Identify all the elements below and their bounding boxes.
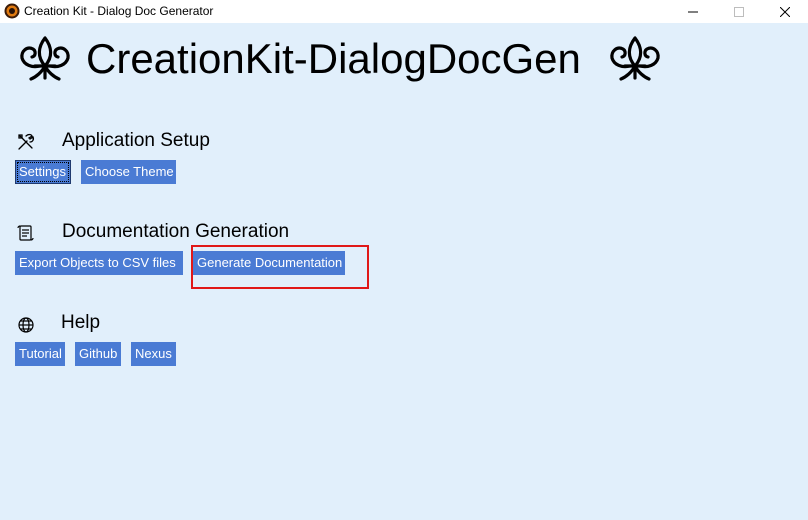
window-title: Creation Kit - Dialog Doc Generator bbox=[24, 4, 214, 18]
close-icon bbox=[780, 6, 790, 17]
close-button[interactable] bbox=[762, 0, 808, 23]
github-button[interactable]: Github bbox=[75, 342, 121, 366]
minimize-button[interactable] bbox=[670, 0, 716, 23]
section-heading-docs: Documentation Generation bbox=[62, 221, 290, 242]
globe-icon bbox=[18, 317, 34, 333]
app-title: CreationKit-DialogDocGen bbox=[86, 35, 581, 82]
nexus-button[interactable]: Nexus bbox=[131, 342, 176, 366]
settings-button[interactable]: Settings bbox=[15, 160, 71, 184]
highlight-box bbox=[191, 245, 369, 289]
minimize-icon bbox=[688, 11, 698, 12]
choose-theme-button[interactable]: Choose Theme bbox=[81, 160, 176, 184]
tools-icon bbox=[18, 133, 35, 150]
scroll-icon bbox=[17, 225, 34, 241]
maximize-icon bbox=[734, 6, 744, 17]
app-logo-icon bbox=[4, 3, 20, 19]
tutorial-button[interactable]: Tutorial bbox=[15, 342, 65, 366]
fleur-de-lis-icon bbox=[610, 36, 660, 81]
main-panel: CreationKit-DialogDocGen Application Set… bbox=[0, 23, 808, 520]
window-titlebar[interactable]: Creation Kit - Dialog Doc Generator bbox=[0, 0, 808, 23]
maximize-button[interactable] bbox=[716, 0, 762, 23]
fleur-de-lis-icon bbox=[20, 36, 70, 81]
export-csv-button[interactable]: Export Objects to CSV files bbox=[15, 251, 183, 275]
section-heading-setup: Application Setup bbox=[62, 130, 210, 151]
section-heading-help: Help bbox=[61, 312, 101, 333]
